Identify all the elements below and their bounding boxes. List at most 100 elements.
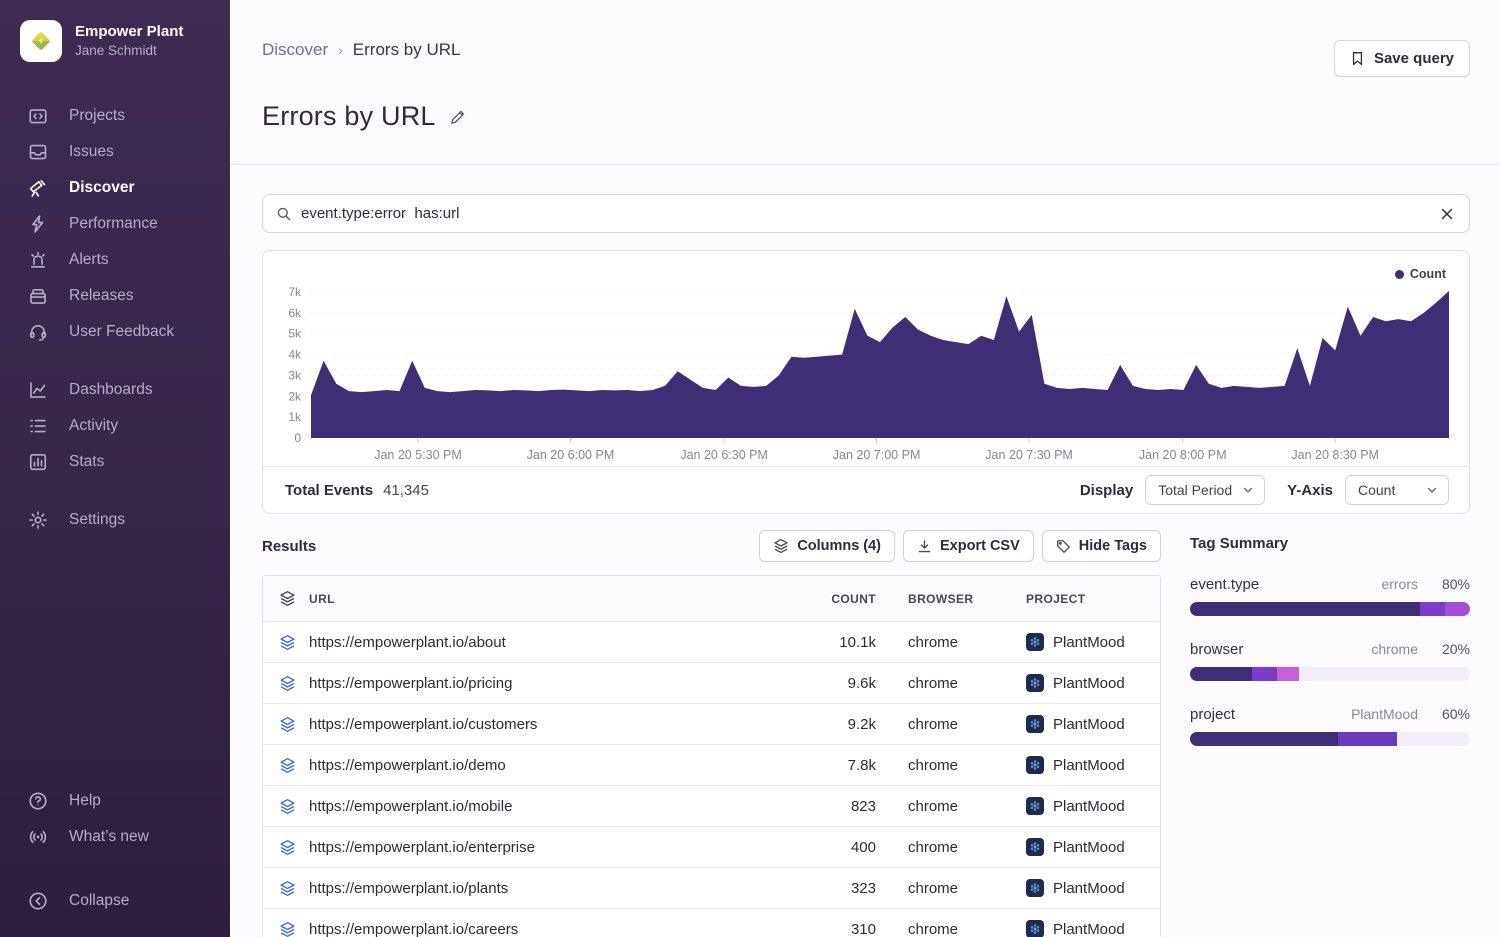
hide-tags-label: Hide Tags [1079, 538, 1147, 554]
sidebar-nav-footer: Help What’s new [0, 783, 230, 855]
sidebar-item-dashboards[interactable]: Dashboards [0, 372, 230, 408]
breadcrumb-discover-link[interactable]: Discover [262, 40, 328, 60]
svg-text:Jan 20 7:00 PM: Jan 20 7:00 PM [833, 448, 921, 461]
url-value[interactable]: https://empowerplant.io/demo [309, 757, 506, 774]
columns-button[interactable]: Columns (4) [759, 530, 895, 562]
search-icon [276, 206, 292, 222]
tag-top-value: PlantMood [1351, 706, 1418, 722]
plantmood-project-icon [1029, 636, 1041, 648]
search-input[interactable] [301, 205, 1430, 222]
yaxis-select-value: Count [1358, 482, 1395, 498]
results-section: Results Columns (4) Export CSV Hide T [262, 530, 1161, 937]
issues-icon [27, 141, 49, 163]
plantmood-project-icon [1029, 718, 1041, 730]
stack-icon[interactable] [279, 839, 296, 856]
table-row[interactable]: https://empowerplant.io/mobile 823 chrom… [263, 786, 1160, 827]
sidebar-item-whats-new[interactable]: What’s new [0, 819, 230, 855]
sidebar-item-discover[interactable]: Discover [0, 170, 230, 206]
column-header-count[interactable]: COUNT [796, 576, 892, 622]
stack-icon[interactable] [279, 675, 296, 692]
sidebar-item-releases[interactable]: Releases [0, 278, 230, 314]
url-value[interactable]: https://empowerplant.io/plants [309, 880, 508, 897]
sidebar-item-help[interactable]: Help [0, 783, 230, 819]
stack-icon[interactable] [279, 757, 296, 774]
url-value[interactable]: https://empowerplant.io/careers [309, 921, 518, 937]
main-content: Discover › Errors by URL Save query Erro… [230, 0, 1500, 937]
table-row[interactable]: https://empowerplant.io/customers 9.2k c… [263, 704, 1160, 745]
stack-icon[interactable] [279, 921, 296, 937]
plantmood-project-icon [1029, 841, 1041, 853]
tag-distribution-bar[interactable] [1190, 732, 1470, 746]
url-value[interactable]: https://empowerplant.io/enterprise [309, 839, 535, 856]
tag-icon [1056, 539, 1071, 554]
table-row[interactable]: https://empowerplant.io/about 10.1k chro… [263, 622, 1160, 663]
sidebar-item-label: Alerts [69, 251, 109, 269]
alerts-icon [27, 249, 49, 271]
table-row[interactable]: https://empowerplant.io/demo 7.8k chrome [263, 745, 1160, 786]
help-icon [27, 790, 49, 812]
user-name: Jane Schmidt [75, 42, 183, 60]
sidebar-item-projects[interactable]: Projects [0, 98, 230, 134]
column-header-project[interactable]: PROJECT [1010, 576, 1160, 622]
sidebar: Empower Plant Jane Schmidt Projects Issu… [0, 0, 230, 937]
sidebar-item-activity[interactable]: Activity [0, 408, 230, 444]
project-name[interactable]: PlantMood [1053, 675, 1125, 692]
table-row[interactable]: https://empowerplant.io/plants 323 chrom… [263, 868, 1160, 909]
sidebar-item-label: Settings [69, 511, 125, 529]
columns-button-label: Columns (4) [797, 538, 881, 554]
display-select[interactable]: Total Period [1145, 475, 1265, 505]
url-value[interactable]: https://empowerplant.io/mobile [309, 798, 512, 815]
save-query-button[interactable]: Save query [1334, 40, 1470, 77]
tag-entry: event.type errors 80% [1190, 576, 1470, 616]
performance-icon [27, 213, 49, 235]
events-area-chart[interactable]: 01k2k3k4k5k6k7kJan 20 5:30 PMJan 20 6:00… [263, 251, 1469, 461]
sidebar-item-user-feedback[interactable]: User Feedback [0, 314, 230, 350]
sidebar-item-issues[interactable]: Issues [0, 134, 230, 170]
column-header-url[interactable]: URL [309, 592, 335, 606]
url-value[interactable]: https://empowerplant.io/pricing [309, 675, 512, 692]
sidebar-item-alerts[interactable]: Alerts [0, 242, 230, 278]
stack-icon[interactable] [279, 590, 296, 607]
sidebar-item-performance[interactable]: Performance [0, 206, 230, 242]
svg-text:Jan 20 7:30 PM: Jan 20 7:30 PM [985, 448, 1073, 461]
stack-icon[interactable] [279, 716, 296, 733]
stack-icon[interactable] [279, 798, 296, 815]
sidebar-item-label: Stats [69, 453, 104, 471]
export-csv-button[interactable]: Export CSV [903, 530, 1034, 562]
hide-tags-button[interactable]: Hide Tags [1042, 530, 1161, 562]
tag-distribution-bar[interactable] [1190, 602, 1470, 616]
url-value[interactable]: https://empowerplant.io/about [309, 634, 506, 651]
column-header-browser[interactable]: BROWSER [892, 576, 1010, 622]
table-row[interactable]: https://empowerplant.io/careers 310 chro… [263, 909, 1160, 937]
empower-plant-logo-icon [28, 28, 54, 54]
table-row[interactable]: https://empowerplant.io/enterprise 400 c… [263, 827, 1160, 868]
tag-entry: browser chrome 20% [1190, 641, 1470, 681]
tag-bar-segment [1252, 667, 1277, 681]
sidebar-item-settings[interactable]: Settings [0, 502, 230, 538]
sidebar-collapse-button[interactable]: Collapse [0, 883, 230, 919]
org-switcher[interactable]: Empower Plant Jane Schmidt [0, 20, 230, 62]
stack-icon[interactable] [279, 634, 296, 651]
browser-value: chrome [892, 745, 1010, 786]
project-name[interactable]: PlantMood [1053, 798, 1125, 815]
breadcrumb-current: Errors by URL [353, 40, 461, 60]
project-avatar [1026, 920, 1044, 937]
edit-title-pencil-icon[interactable] [449, 108, 467, 126]
clear-search-icon[interactable] [1439, 206, 1455, 222]
project-name[interactable]: PlantMood [1053, 880, 1125, 897]
project-name[interactable]: PlantMood [1053, 921, 1125, 937]
sidebar-item-label: User Feedback [69, 323, 174, 341]
tag-bar-segment [1445, 602, 1470, 616]
project-name[interactable]: PlantMood [1053, 634, 1125, 651]
project-name[interactable]: PlantMood [1053, 757, 1125, 774]
project-name[interactable]: PlantMood [1053, 716, 1125, 733]
stack-icon[interactable] [279, 880, 296, 897]
table-row[interactable]: https://empowerplant.io/pricing 9.6k chr… [263, 663, 1160, 704]
chart-footer: Total Events 41,345 Display Total Period… [263, 466, 1469, 513]
svg-text:0: 0 [294, 431, 301, 445]
yaxis-select[interactable]: Count [1345, 475, 1449, 505]
sidebar-item-stats[interactable]: Stats [0, 444, 230, 480]
project-name[interactable]: PlantMood [1053, 839, 1125, 856]
tag-distribution-bar[interactable] [1190, 667, 1470, 681]
url-value[interactable]: https://empowerplant.io/customers [309, 716, 537, 733]
